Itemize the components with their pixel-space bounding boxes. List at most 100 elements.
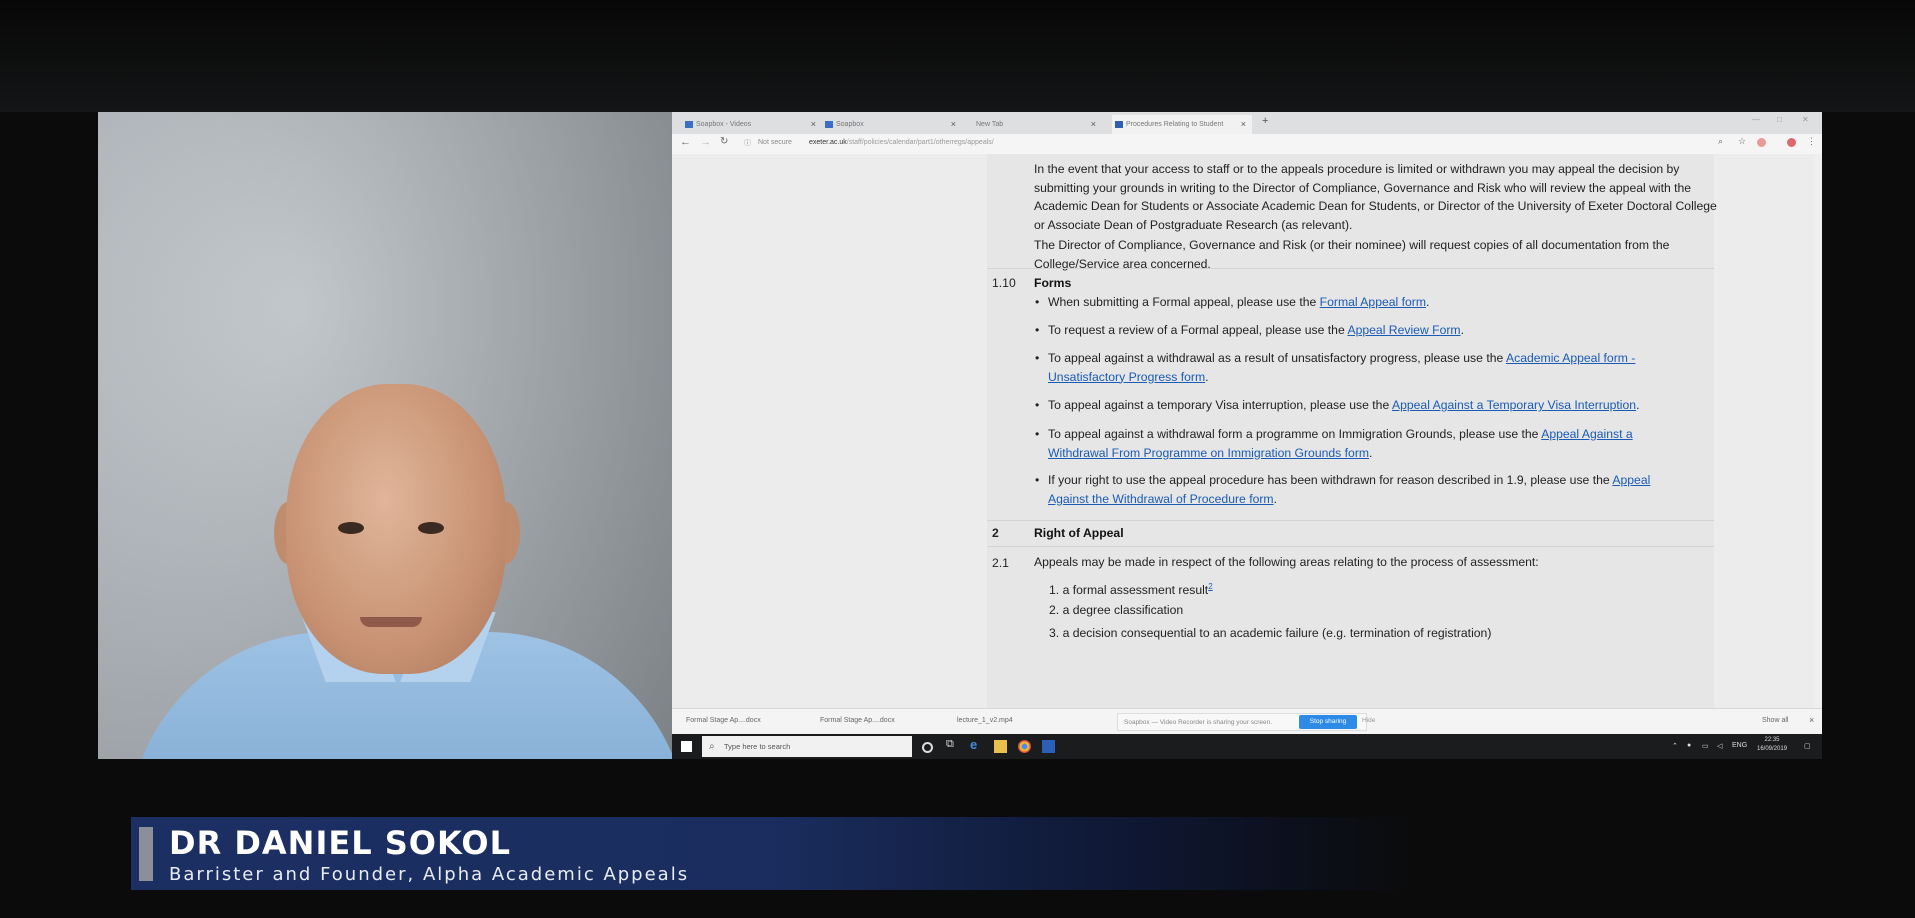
show-all-button[interactable]: Show all	[1762, 717, 1788, 724]
section-number: 2.1	[992, 556, 1009, 570]
file-explorer-icon[interactable]	[994, 740, 1007, 753]
list-item: To appeal against a withdrawal form a pr…	[1048, 425, 1688, 462]
url-field[interactable]: exeter.ac.uk/staff/policies/calendar/par…	[809, 139, 994, 146]
clock[interactable]: 22:35 16/09/2019	[1757, 736, 1787, 754]
cortana-icon[interactable]	[922, 742, 933, 753]
tab-label: Soapbox	[836, 121, 864, 128]
clock-time: 22:35	[1764, 737, 1780, 743]
url-host: exeter.ac.uk	[809, 139, 847, 146]
list-text: a degree classification	[1062, 603, 1184, 617]
tab-close-icon[interactable]: ×	[1091, 115, 1096, 134]
visa-interruption-link[interactable]: Appeal Against a Temporary Visa Interrup…	[1392, 398, 1636, 412]
appeal-review-form-link[interactable]: Appeal Review Form	[1347, 323, 1460, 337]
volume-icon[interactable]: ◁	[1717, 742, 1722, 750]
bullet-text: When submitting a Formal appeal, please …	[1048, 295, 1320, 309]
tab-new-tab[interactable]: New Tab ×	[962, 115, 1102, 134]
bookmark-star-icon[interactable]: ☆	[1738, 136, 1746, 147]
list-item: If your right to use the appeal procedur…	[1048, 471, 1688, 508]
taskbar-search-input[interactable]: ⌕ Type here to search	[702, 736, 912, 757]
address-bar: ← → ↻ ⓘ Not secure exeter.ac.uk/staff/po…	[672, 134, 1822, 155]
section-number: 1.10	[992, 276, 1016, 290]
section-title-right-of-appeal: Right of Appeal	[1034, 526, 1124, 540]
not-secure-label: Not secure	[758, 139, 792, 146]
presenter-mouth	[360, 617, 422, 627]
maximize-icon[interactable]: □	[1777, 115, 1782, 124]
tab-soapbox[interactable]: Soapbox ×	[822, 115, 962, 134]
section-title-forms: Forms	[1034, 276, 1072, 290]
downloads-bar: Formal Stage Ap....docx Formal Stage Ap.…	[672, 708, 1822, 735]
bullet-text-end: .	[1205, 369, 1209, 384]
section-divider	[987, 546, 1714, 547]
bullet: •	[1035, 295, 1040, 309]
section-number: 2	[992, 526, 999, 540]
windows-start-icon[interactable]	[681, 741, 692, 752]
info-icon[interactable]: ⓘ	[744, 138, 751, 148]
tab-label: New Tab	[976, 121, 1004, 128]
appeal-paragraph: In the event that your access to staff o…	[1034, 162, 1717, 232]
back-icon[interactable]: ←	[680, 136, 691, 148]
profile-avatar-icon[interactable]	[1787, 138, 1796, 147]
bullet: •	[1035, 323, 1040, 337]
soapbox-favicon-icon	[825, 121, 833, 128]
scrollbar[interactable]	[1814, 154, 1822, 708]
minimize-icon[interactable]: —	[1752, 115, 1760, 124]
section-divider	[987, 268, 1714, 269]
reload-icon[interactable]: ↻	[720, 136, 728, 147]
list-item: To appeal against a temporary Visa inter…	[1048, 396, 1688, 415]
search-placeholder: Type here to search	[724, 742, 791, 751]
word-icon[interactable]	[1042, 740, 1055, 753]
task-view-icon[interactable]: ⧉	[946, 738, 959, 751]
list-item: 3. a decision consequential to an academ…	[1049, 624, 1689, 643]
download-item[interactable]: Formal Stage Ap....docx	[820, 717, 895, 724]
microphone-icon[interactable]: ●	[1687, 742, 1691, 749]
list-item: When submitting a Formal appeal, please …	[1048, 293, 1688, 312]
stop-sharing-button[interactable]: Stop sharing	[1299, 715, 1357, 729]
list-number: 2.	[1049, 603, 1060, 617]
tab-close-icon[interactable]: ×	[951, 115, 956, 134]
list-item: To request a review of a Formal appeal, …	[1048, 321, 1688, 340]
bullet-text: To appeal against a temporary Visa inter…	[1048, 398, 1392, 412]
menu-kebab-icon[interactable]: ⋮	[1807, 136, 1816, 147]
tab-label: Soapbox - Videos	[696, 121, 752, 128]
extension-icon[interactable]	[1757, 138, 1766, 147]
formal-appeal-form-link[interactable]: Formal Appeal form	[1320, 295, 1426, 309]
chrome-icon[interactable]	[1018, 740, 1031, 753]
download-item[interactable]: Formal Stage Ap....docx	[686, 717, 761, 724]
tray-overflow-icon[interactable]: ⌃	[1672, 742, 1678, 750]
presenter-name: DR DANIEL SOKOL	[169, 824, 511, 862]
edge-browser-icon[interactable]: e	[970, 737, 983, 752]
tab-procedures[interactable]: Procedures Relating to Student ×	[1112, 115, 1252, 134]
presenter-eye-left	[338, 522, 364, 534]
forward-icon[interactable]: →	[700, 136, 711, 148]
notifications-icon[interactable]: ▢	[1804, 742, 1811, 750]
tab-label: Procedures Relating to Student	[1126, 121, 1224, 128]
bullet-text-end: .	[1426, 295, 1430, 309]
bullet-text: To request a review of a Formal appeal, …	[1048, 323, 1348, 337]
bullet: •	[1035, 398, 1040, 412]
presenter-head	[286, 384, 506, 674]
section-text: Appeals may be made in respect of the fo…	[1034, 555, 1539, 569]
window-close-icon[interactable]: ✕	[1802, 115, 1809, 124]
language-indicator[interactable]: ENG	[1732, 742, 1747, 749]
lower-third-accent	[139, 827, 153, 881]
download-item[interactable]: lecture_1_v2.mp4	[957, 717, 1013, 724]
list-number: 1.	[1049, 583, 1060, 598]
tab-soapbox-videos[interactable]: Soapbox - Videos ×	[682, 115, 822, 134]
search-icon: ⌕	[709, 741, 715, 752]
clock-date: 16/09/2019	[1757, 746, 1788, 752]
zoom-icon[interactable]: ⌕	[1718, 136, 1723, 147]
network-icon[interactable]: ▭	[1702, 742, 1709, 750]
exeter-favicon-icon	[1115, 121, 1123, 128]
video-letterbox-top	[0, 0, 1915, 112]
presenter-eye-right	[418, 522, 444, 534]
hide-button[interactable]: Hide	[1362, 717, 1375, 724]
list-text: a formal assessment result	[1062, 583, 1209, 598]
footnote-link[interactable]: 2	[1208, 582, 1212, 591]
page-content: In the event that your access to staff o…	[672, 154, 1822, 708]
bullet: •	[1035, 427, 1040, 441]
list-item: 1. a formal assessment result2	[1049, 578, 1689, 600]
tab-close-icon[interactable]: ×	[811, 115, 816, 134]
new-tab-button[interactable]: +	[1262, 115, 1268, 127]
tab-close-icon[interactable]: ×	[1241, 115, 1246, 134]
downloads-close-icon[interactable]: ×	[1809, 715, 1814, 725]
